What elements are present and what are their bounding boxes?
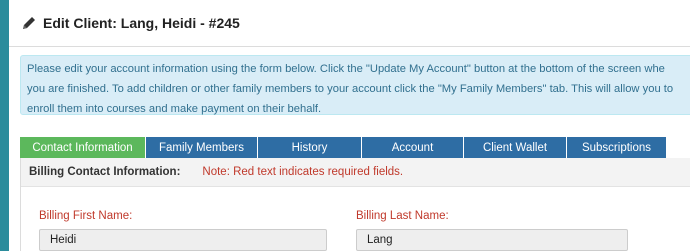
edit-client-panel: Edit Client: Lang, Heidi - #245 Please e… — [9, 0, 690, 251]
section-header: Billing Contact Information: Note: Red t… — [21, 158, 690, 187]
tab-account[interactable]: Account — [362, 137, 464, 158]
section-title: Billing Contact Information: — [29, 166, 181, 178]
billing-contact-section: Billing Contact Information: Note: Red t… — [20, 158, 690, 251]
tab-contact-information[interactable]: Contact Information — [20, 137, 146, 158]
tab-family-members[interactable]: Family Members — [146, 137, 258, 158]
tab-label: Contact Information — [32, 141, 133, 154]
tab-history[interactable]: History — [258, 137, 362, 158]
pencil-icon — [21, 15, 37, 31]
last-name-label: Billing Last Name: — [356, 210, 449, 222]
tab-label: History — [291, 141, 328, 154]
required-note: Note: Red text indicates required fields… — [202, 166, 404, 178]
first-name-label: Billing First Name: — [39, 210, 133, 222]
tab-label: Client Wallet — [482, 141, 548, 154]
tab-subscriptions[interactable]: Subscriptions — [567, 137, 667, 158]
info-line-1: Please edit your account information usi… — [27, 63, 665, 75]
tab-label: Subscriptions — [581, 141, 652, 154]
page-title: Edit Client: Lang, Heidi - #245 — [43, 15, 240, 31]
last-name-input[interactable] — [356, 229, 628, 251]
first-name-input[interactable] — [39, 229, 327, 251]
panel-header: Edit Client: Lang, Heidi - #245 — [9, 0, 690, 47]
tab-client-wallet[interactable]: Client Wallet — [464, 137, 567, 158]
info-line-2: you are finished. To add children or oth… — [27, 83, 674, 95]
tab-label: Family Members — [159, 141, 244, 154]
info-alert: Please edit your account information usi… — [20, 55, 690, 115]
client-tabs: Contact Information Family Members Histo… — [20, 137, 667, 158]
info-line-3: enroll them into courses and make paymen… — [27, 103, 322, 115]
tab-label: Account — [391, 141, 434, 154]
